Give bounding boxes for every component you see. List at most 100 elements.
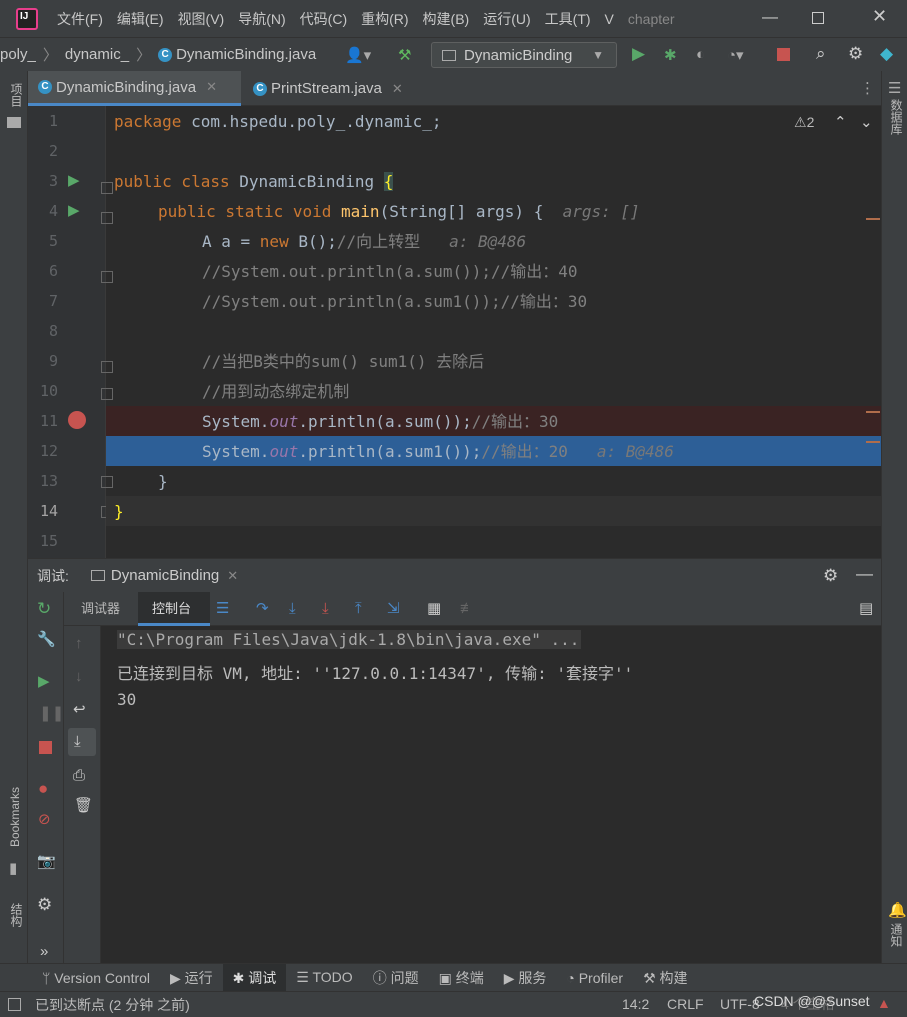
next-highlight-icon[interactable]: ⌄ [860, 115, 873, 130]
tab-console[interactable]: 控制台 [152, 602, 191, 615]
menu-refactor[interactable]: 重构(R) [354, 9, 415, 29]
user-icon[interactable]: 👤▾ [345, 46, 371, 64]
more-options-icon[interactable]: ⋮ [860, 81, 875, 96]
run-to-cursor-icon[interactable]: ⇲ [387, 601, 400, 616]
close-window-icon[interactable]: ✕ [872, 6, 887, 27]
pause-icon[interactable]: ❚❚ [39, 706, 64, 721]
camera-icon[interactable]: 📷 [37, 854, 56, 869]
debug-session-tab[interactable]: DynamicBinding [111, 567, 219, 584]
down-arrow-icon[interactable]: ↓ [75, 669, 83, 684]
layout-options-icon[interactable]: ▤ [859, 601, 873, 616]
bookmarks-tool-button[interactable]: Bookmarks [8, 787, 22, 847]
toolwin-profiler[interactable]: ◔ Profiler [556, 970, 633, 986]
event-log-icon[interactable]: ▲ [877, 996, 891, 1010]
settings-gear-icon[interactable]: ⚙ [37, 896, 52, 913]
error-stripe-mark[interactable] [866, 441, 880, 443]
panel-toggle-icon[interactable] [8, 998, 21, 1011]
breakpoint-icon[interactable] [68, 411, 86, 429]
menu-build[interactable]: 构建(B) [416, 9, 477, 29]
close-session-icon[interactable]: ✕ [227, 568, 238, 584]
build-hammer-icon[interactable]: ⚒ [398, 46, 411, 64]
settings-gear-icon[interactable]: ⚙ [823, 567, 838, 584]
fold-icon[interactable] [101, 476, 113, 488]
step-out-icon[interactable]: ⤒ [355, 601, 362, 616]
evaluate-expression-icon[interactable]: ▦ [427, 601, 441, 616]
fold-icon[interactable] [101, 212, 113, 224]
code-editor[interactable]: 1 2 3 4 5 6 7 8 9 10 11 12 13 14 15 ▶ ▶ … [28, 106, 881, 558]
close-tab-icon[interactable]: ✕ [392, 81, 403, 97]
hide-panel-icon[interactable]: — [856, 565, 873, 582]
menu-code[interactable]: 代码(C) [293, 9, 354, 29]
step-into-icon[interactable]: ⤓ [322, 601, 329, 616]
rerun-icon[interactable]: ↻ [37, 600, 51, 617]
breadcrumb-subpackage[interactable]: dynamic_ [65, 46, 129, 63]
toolwin-terminal[interactable]: ▣ 终端 [429, 968, 494, 988]
run-gutter-icon[interactable]: ▶ [68, 203, 80, 218]
fold-icon[interactable] [101, 182, 113, 194]
structure-tool-button[interactable]: 结构 [8, 903, 25, 927]
menu-file[interactable]: 文件(F) [50, 9, 110, 29]
view-breakpoints-icon[interactable]: ● [38, 780, 48, 797]
show-execution-point-icon[interactable]: ↷ [256, 601, 269, 616]
plugin-logo-icon[interactable]: ◆ [880, 44, 893, 64]
toolwin-build[interactable]: ⚒ 构建 [633, 968, 697, 988]
mute-breakpoints-icon[interactable]: ⊘ [38, 812, 51, 827]
menu-navigate[interactable]: 导航(N) [231, 9, 292, 29]
breadcrumb-file[interactable]: DynamicBinding.java [176, 46, 316, 63]
menu-run[interactable]: 运行(U) [476, 9, 537, 29]
profile-icon[interactable]: ◔▾ [727, 46, 744, 64]
menu-vcs[interactable]: V [598, 11, 621, 27]
run-gutter-icon[interactable]: ▶ [68, 173, 80, 188]
database-tool-button[interactable]: 数据库 [888, 99, 905, 135]
warning-indicator[interactable]: ⚠2 [794, 115, 814, 129]
notifications-tool-button[interactable]: 通知 [888, 923, 905, 947]
threads-list-icon[interactable]: ☰ [216, 601, 229, 616]
trace-icon[interactable]: ≢ [460, 601, 475, 616]
debug-bug-icon[interactable]: ✱ [664, 46, 677, 64]
menu-edit[interactable]: 编辑(E) [110, 9, 171, 29]
fold-icon[interactable] [101, 388, 113, 400]
tab-printstream[interactable]: C PrintStream.java ✕ [243, 71, 423, 106]
menu-tools[interactable]: 工具(T) [538, 9, 598, 29]
caret-position[interactable]: 14:2 [622, 997, 649, 1011]
toolwin-services[interactable]: ▶ 服务 [494, 968, 557, 988]
menu-view[interactable]: 视图(V) [171, 9, 232, 29]
tab-dynamicbinding[interactable]: C DynamicBinding.java ✕ [28, 71, 241, 106]
console-output[interactable]: "C:\Program Files\Java\jdk-1.8\bin\java.… [101, 626, 881, 963]
toolwin-todo[interactable]: ☰ TODO [286, 969, 362, 986]
run-configuration-select[interactable]: DynamicBinding ▼ [431, 42, 617, 68]
error-stripe-mark[interactable] [866, 411, 880, 413]
breadcrumb-package[interactable]: poly_ [0, 46, 36, 63]
maximize-icon[interactable] [812, 12, 824, 24]
toolwin-debug[interactable]: ✱ 调试 [222, 963, 287, 992]
stop-icon[interactable] [777, 48, 790, 61]
toolwin-run[interactable]: ▶ 运行 [160, 968, 223, 988]
error-stripe-mark[interactable] [866, 218, 880, 220]
stop-icon[interactable] [39, 741, 52, 754]
soft-wrap-icon[interactable]: ↩ [73, 702, 86, 717]
project-folder-icon [7, 117, 21, 128]
more-actions-icon[interactable]: » [40, 944, 48, 959]
step-over-icon[interactable]: ⤓ [289, 601, 296, 616]
fold-icon[interactable] [101, 271, 113, 283]
resume-icon[interactable]: ▶ [38, 674, 50, 689]
scroll-to-end-icon[interactable]: ⤓ [74, 734, 81, 749]
coverage-icon[interactable]: ◐ [696, 46, 705, 63]
modify-config-wrench-icon[interactable]: 🔧 [37, 632, 56, 647]
tab-debugger[interactable]: 调试器 [81, 602, 120, 615]
clear-all-trash-icon[interactable]: 🗑 [74, 798, 93, 813]
close-tab-icon[interactable]: ✕ [206, 79, 217, 95]
fold-icon[interactable] [101, 361, 113, 373]
project-tool-button[interactable]: 项目 [8, 83, 25, 107]
settings-gear-icon[interactable]: ⚙ [848, 44, 863, 64]
up-arrow-icon[interactable]: ↑ [75, 636, 83, 651]
print-icon[interactable]: ⎙ [73, 768, 85, 783]
line-separator[interactable]: CRLF [667, 997, 704, 1011]
status-message[interactable]: 已到达断点 (2 分钟 之前) [35, 995, 190, 1015]
toolwin-version-control[interactable]: ᛘ Version Control [32, 970, 160, 986]
toolwin-problems[interactable]: ⓘ 问题 [363, 968, 429, 988]
previous-highlight-icon[interactable]: ⌃ [834, 115, 847, 130]
minimize-icon[interactable]: — [762, 9, 778, 27]
run-icon[interactable]: ▶ [632, 44, 645, 64]
search-icon[interactable]: ⌕ [816, 44, 826, 64]
